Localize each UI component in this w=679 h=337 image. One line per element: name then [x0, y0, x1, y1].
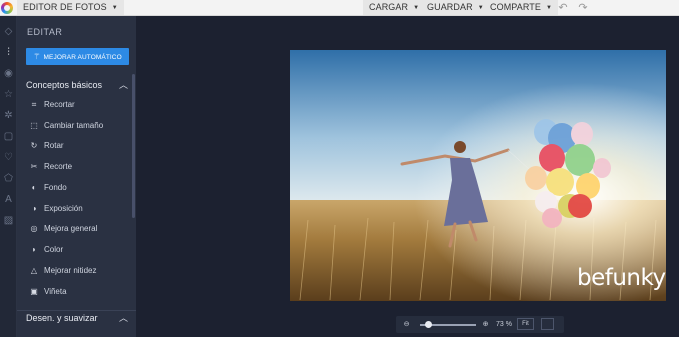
edit-panel: EDITAR ⚚ MEJORAR AUTOMÁTICO Conceptos bás…	[17, 16, 136, 337]
chevron-down-icon: ▼	[477, 5, 484, 11]
tool-label: Exposición	[44, 204, 83, 213]
undo-icon[interactable]: ↶	[556, 1, 570, 15]
frame-icon[interactable]: ▢	[2, 130, 15, 143]
tool-label: Cambiar tamaño	[44, 121, 104, 130]
share-button-label: COMPARTE	[490, 2, 541, 12]
tool-crop[interactable]: ⌗ Recortar	[29, 98, 129, 112]
tool-rail: ◇ ⫶ ◉ ☆ ✲ ▢ ♡ ⬠ A ▨	[0, 16, 17, 337]
load-button[interactable]: CARGAR ▼	[363, 0, 426, 15]
tool-label: Color	[44, 245, 64, 254]
tool-label: Viñeta	[44, 287, 67, 296]
auto-enhance-label: MEJORAR AUTOMÁTICO	[43, 54, 122, 61]
background-icon: ◐	[31, 183, 37, 192]
tool-label: Rotar	[44, 141, 64, 150]
exposure-icon: ◑	[31, 204, 37, 213]
tool-label: Mejora general	[44, 224, 98, 233]
zoom-percent: 73 %	[496, 321, 512, 328]
tool-color[interactable]: ◗ Color	[29, 243, 129, 257]
zoom-in-icon[interactable]: ⊕	[480, 319, 491, 330]
tool-vignette[interactable]: ▣ Viñeta	[29, 285, 129, 299]
enhance-icon: ◎	[30, 224, 38, 233]
chevron-down-icon: ▼	[413, 5, 420, 11]
redo-icon[interactable]: ↷	[576, 1, 590, 15]
sliders-icon[interactable]: ⫶	[2, 46, 15, 59]
chevron-down-icon: ▼	[111, 5, 118, 11]
photo-editor-menu[interactable]: EDITOR DE FOTOS ▼	[17, 0, 124, 15]
color-icon: ◗	[31, 245, 37, 254]
tool-label: Fondo	[44, 183, 67, 192]
tool-exposure[interactable]: ◑ Exposición	[29, 202, 129, 216]
save-button-label: GUARDAR	[427, 2, 473, 12]
top-menu-bar: EDITOR DE FOTOS ▼ CARGAR ▼ GUARDAR ▼ COMPAR…	[0, 0, 679, 16]
fullscreen-icon[interactable]	[541, 318, 554, 330]
panel-title: EDITAR	[27, 27, 63, 37]
heart-icon[interactable]: ♡	[2, 151, 15, 164]
section-header-blur-smooth[interactable]: Desen. y suavizar ︿	[26, 311, 128, 325]
star-icon[interactable]: ☆	[2, 88, 15, 101]
tool-label: Mejorar nitidez	[44, 266, 97, 275]
photo-editor-menu-label: EDITOR DE FOTOS	[23, 2, 107, 12]
tool-enhance[interactable]: ◎ Mejora general	[29, 222, 129, 236]
texture-icon[interactable]: ▨	[2, 214, 15, 227]
tool-background[interactable]: ◐ Fondo	[29, 181, 129, 195]
befunky-logo-icon[interactable]	[1, 2, 13, 14]
load-button-label: CARGAR	[369, 2, 409, 12]
section-header-basics[interactable]: Conceptos básicos ︿	[26, 78, 128, 92]
crop-icon: ⌗	[31, 100, 37, 109]
befunky-watermark: befunky	[577, 265, 666, 291]
tool-label: Recortar	[44, 100, 75, 109]
sharpen-icon: △	[30, 266, 38, 275]
panel-scrollbar[interactable]	[132, 74, 135, 218]
shape-icon[interactable]: ⬠	[2, 172, 15, 185]
share-button[interactable]: COMPARTE ▼	[484, 0, 559, 15]
layers-icon[interactable]: ◇	[2, 25, 15, 38]
photo-canvas[interactable]: befunky	[290, 50, 666, 301]
auto-enhance-button[interactable]: ⚚ MEJORAR AUTOMÁTICO	[26, 48, 129, 65]
fit-button[interactable]: Fit	[517, 318, 534, 330]
chevron-up-icon: ︿	[118, 313, 128, 323]
text-icon[interactable]: A	[2, 193, 15, 206]
tool-sharpen[interactable]: △ Mejorar nitidez	[29, 264, 129, 278]
tool-rotate[interactable]: ↻ Rotar	[29, 139, 129, 153]
tool-label: Recorte	[44, 162, 73, 171]
zoom-slider-knob[interactable]	[424, 321, 432, 328]
save-button[interactable]: GUARDAR ▼	[421, 0, 490, 15]
vignette-icon: ▣	[30, 287, 38, 296]
eye-icon[interactable]: ◉	[2, 67, 15, 80]
tool-cutout[interactable]: ✂ Recorte	[29, 160, 129, 174]
chevron-down-icon: ▼	[545, 5, 553, 11]
gear-icon[interactable]: ✲	[2, 109, 15, 122]
zoom-bar: ⊖ ⊕ 73 % Fit	[396, 316, 564, 333]
magic-wand-icon: ⚚	[33, 52, 41, 61]
rotate-icon: ↻	[30, 141, 38, 150]
cutout-icon: ✂	[30, 162, 38, 171]
section-header-label: Desen. y suavizar	[26, 313, 98, 323]
chevron-up-icon: ︿	[118, 80, 128, 90]
photo-image	[290, 50, 666, 301]
resize-icon: ⬚	[30, 121, 38, 130]
zoom-out-icon[interactable]: ⊖	[401, 319, 412, 330]
section-header-label: Conceptos básicos	[26, 80, 103, 90]
tool-resize[interactable]: ⬚ Cambiar tamaño	[29, 119, 129, 133]
